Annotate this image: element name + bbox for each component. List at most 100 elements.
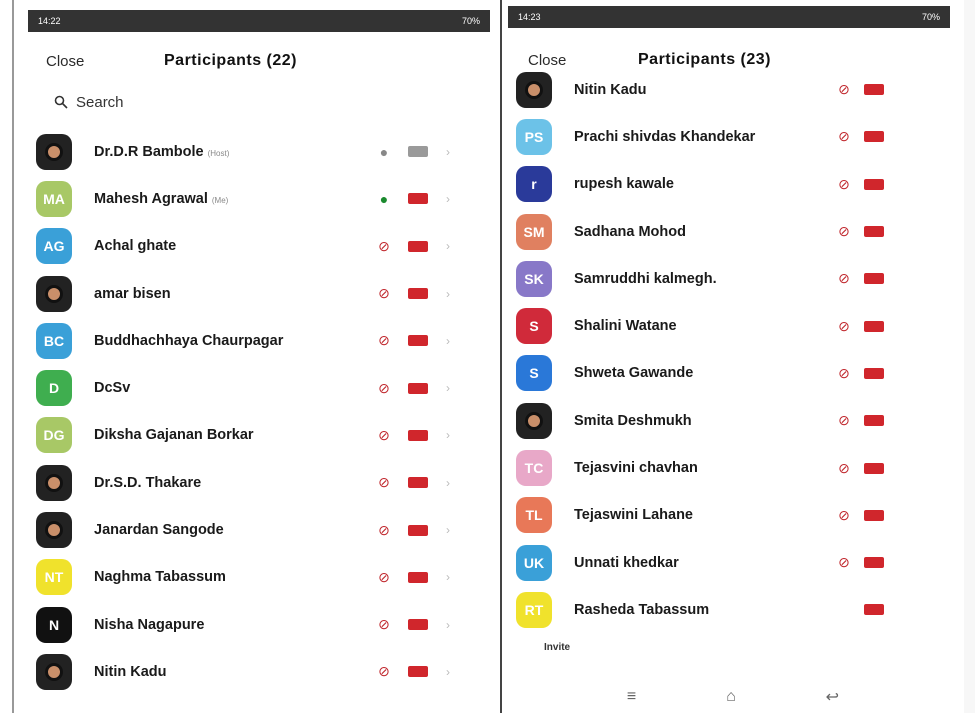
status-bar: 14:23 70% xyxy=(508,6,950,28)
mic-muted-icon[interactable]: ⊘ xyxy=(836,128,852,146)
mic-icon[interactable]: ● xyxy=(376,190,392,208)
participant-row[interactable]: TL Tejaswini Lahane ⊘ xyxy=(502,492,964,539)
video-off-icon[interactable] xyxy=(408,477,428,489)
mic-muted-icon[interactable]: ⊘ xyxy=(376,379,392,397)
back-icon[interactable]: ↩ xyxy=(826,687,839,707)
participant-row[interactable]: Janardan Sangode ⊘ › xyxy=(14,506,500,553)
mic-muted-icon[interactable]: ⊘ xyxy=(376,521,392,539)
chevron-right-icon: › xyxy=(446,239,450,254)
mic-muted-icon[interactable]: ⊘ xyxy=(836,270,852,288)
video-off-icon[interactable] xyxy=(408,382,428,394)
mic-muted-icon[interactable]: ⊘ xyxy=(376,285,392,303)
video-off-icon[interactable] xyxy=(408,524,428,536)
avatar: PS xyxy=(516,118,552,155)
chevron-right-icon: › xyxy=(446,191,450,206)
video-off-icon[interactable] xyxy=(864,462,884,474)
participant-row[interactable]: RT Rasheda Tabassum xyxy=(502,586,964,633)
home-icon[interactable]: ⌂ xyxy=(726,688,736,706)
close-button[interactable]: Close xyxy=(46,53,84,70)
participant-row[interactable]: Nitin Kadu ⊘ › xyxy=(14,648,500,695)
participant-row[interactable]: SM Sadhana Mohod ⊘ xyxy=(502,208,964,255)
video-off-icon[interactable] xyxy=(864,367,884,379)
participant-name: Prachi shivdas Khandekar xyxy=(574,128,756,145)
participant-row[interactable]: DG Diksha Gajanan Borkar ⊘ › xyxy=(14,412,500,459)
participant-row[interactable]: N Nisha Nagapure ⊘ › xyxy=(14,601,500,648)
mic-muted-icon[interactable]: ⊘ xyxy=(836,554,852,572)
video-off-icon[interactable] xyxy=(408,288,428,300)
participant-name: Shweta Gawande xyxy=(574,365,694,382)
mic-muted-icon[interactable]: ⊘ xyxy=(376,568,392,586)
participant-row[interactable]: UK Unnati khedkar ⊘ xyxy=(502,539,964,586)
video-off-icon[interactable] xyxy=(408,429,428,441)
mic-muted-icon[interactable]: ⊘ xyxy=(836,364,852,382)
video-off-icon[interactable] xyxy=(864,226,884,238)
video-off-icon[interactable] xyxy=(864,178,884,190)
video-off-icon[interactable] xyxy=(408,240,428,252)
video-off-icon[interactable] xyxy=(408,666,428,678)
participant-row[interactable]: Dr.D.R Bambole (Host) ● › xyxy=(14,128,500,175)
mic-muted-icon[interactable]: ⊘ xyxy=(376,426,392,444)
mic-muted-icon[interactable]: ⊘ xyxy=(376,237,392,255)
participant-row[interactable]: Nitin Kadu ⊘ xyxy=(502,66,964,113)
video-off-icon[interactable] xyxy=(864,415,884,427)
participant-row[interactable]: SK Samruddhi kalmegh. ⊘ xyxy=(502,255,964,302)
mic-muted-icon[interactable]: ⊘ xyxy=(836,81,852,99)
participant-row[interactable]: r rupesh kawale ⊘ xyxy=(502,161,964,208)
participant-row[interactable]: Dr.S.D. Thakare ⊘ › xyxy=(14,459,500,506)
participant-row[interactable]: PS Prachi shivdas Khandekar ⊘ xyxy=(502,113,964,160)
status-bar: 14:22 70% xyxy=(28,10,490,32)
video-off-icon[interactable] xyxy=(864,320,884,332)
video-off-icon[interactable] xyxy=(408,335,428,347)
mic-muted-icon[interactable]: ⊘ xyxy=(836,412,852,430)
video-off-icon[interactable] xyxy=(864,604,884,616)
participant-row[interactable]: AG Achal ghate ⊘ › xyxy=(14,223,500,270)
chevron-right-icon: › xyxy=(446,523,450,538)
video-off-icon[interactable] xyxy=(864,509,884,521)
page-title: Participants (22) xyxy=(164,52,297,69)
mic-muted-icon[interactable]: ⊘ xyxy=(836,459,852,477)
search-input[interactable] xyxy=(76,93,376,111)
avatar: RT xyxy=(516,591,552,628)
participant-row[interactable]: Smita Deshmukh ⊘ xyxy=(502,397,964,444)
participant-row[interactable]: MA Mahesh Agrawal (Me) ● › xyxy=(14,175,500,222)
mic-muted-icon[interactable]: ⊘ xyxy=(836,175,852,193)
participant-row[interactable]: amar bisen ⊘ › xyxy=(14,270,500,317)
participant-name: Naghma Tabassum xyxy=(94,569,226,586)
video-off-icon[interactable] xyxy=(408,571,428,583)
mic-muted-icon[interactable]: ⊘ xyxy=(376,332,392,350)
participant-role-tag: (Me) xyxy=(211,195,229,205)
video-off-icon[interactable] xyxy=(864,273,884,285)
participant-name: Achal ghate xyxy=(94,238,177,255)
mic-muted-icon[interactable]: ⊘ xyxy=(836,223,852,241)
invite-button[interactable]: Invite xyxy=(544,642,570,653)
participant-row[interactable]: TC Tejasvini chavhan ⊘ xyxy=(502,444,964,491)
video-off-icon[interactable] xyxy=(408,193,428,205)
mic-muted-icon[interactable]: ⊘ xyxy=(376,663,392,681)
video-off-icon[interactable] xyxy=(864,131,884,143)
participant-row[interactable]: S Shweta Gawande ⊘ xyxy=(502,350,964,397)
left-screen: 14:22 70% Close Participants (22) Dr.D.R… xyxy=(12,0,500,713)
avatar: S xyxy=(516,308,552,345)
menu-icon[interactable]: ≡ xyxy=(627,688,636,706)
video-off-icon[interactable] xyxy=(408,619,428,631)
avatar: DG xyxy=(36,417,72,454)
status-battery: 70% xyxy=(461,16,480,26)
chevron-right-icon: › xyxy=(446,664,450,679)
participant-row[interactable]: NT Naghma Tabassum ⊘ › xyxy=(14,554,500,601)
mic-muted-icon[interactable]: ⊘ xyxy=(836,506,852,524)
video-off-icon[interactable] xyxy=(864,84,884,96)
mic-muted-icon[interactable]: ⊘ xyxy=(376,474,392,492)
avatar xyxy=(516,71,552,108)
participant-row[interactable]: S Shalini Watane ⊘ xyxy=(502,302,964,349)
participant-row[interactable]: BC Buddhachhaya Chaurpagar ⊘ › xyxy=(14,317,500,364)
video-icon[interactable] xyxy=(408,146,428,158)
chevron-right-icon: › xyxy=(446,428,450,443)
participant-name: Mahesh Agrawal (Me) xyxy=(94,190,229,207)
participant-row[interactable]: D DcSv ⊘ › xyxy=(14,364,500,411)
mic-muted-icon[interactable]: ⊘ xyxy=(376,616,392,634)
video-off-icon[interactable] xyxy=(864,557,884,569)
mic-icon[interactable]: ● xyxy=(376,143,392,161)
mic-muted-icon[interactable]: ⊘ xyxy=(836,317,852,335)
search-bar[interactable] xyxy=(54,88,376,116)
participant-name: rupesh kawale xyxy=(574,176,674,193)
